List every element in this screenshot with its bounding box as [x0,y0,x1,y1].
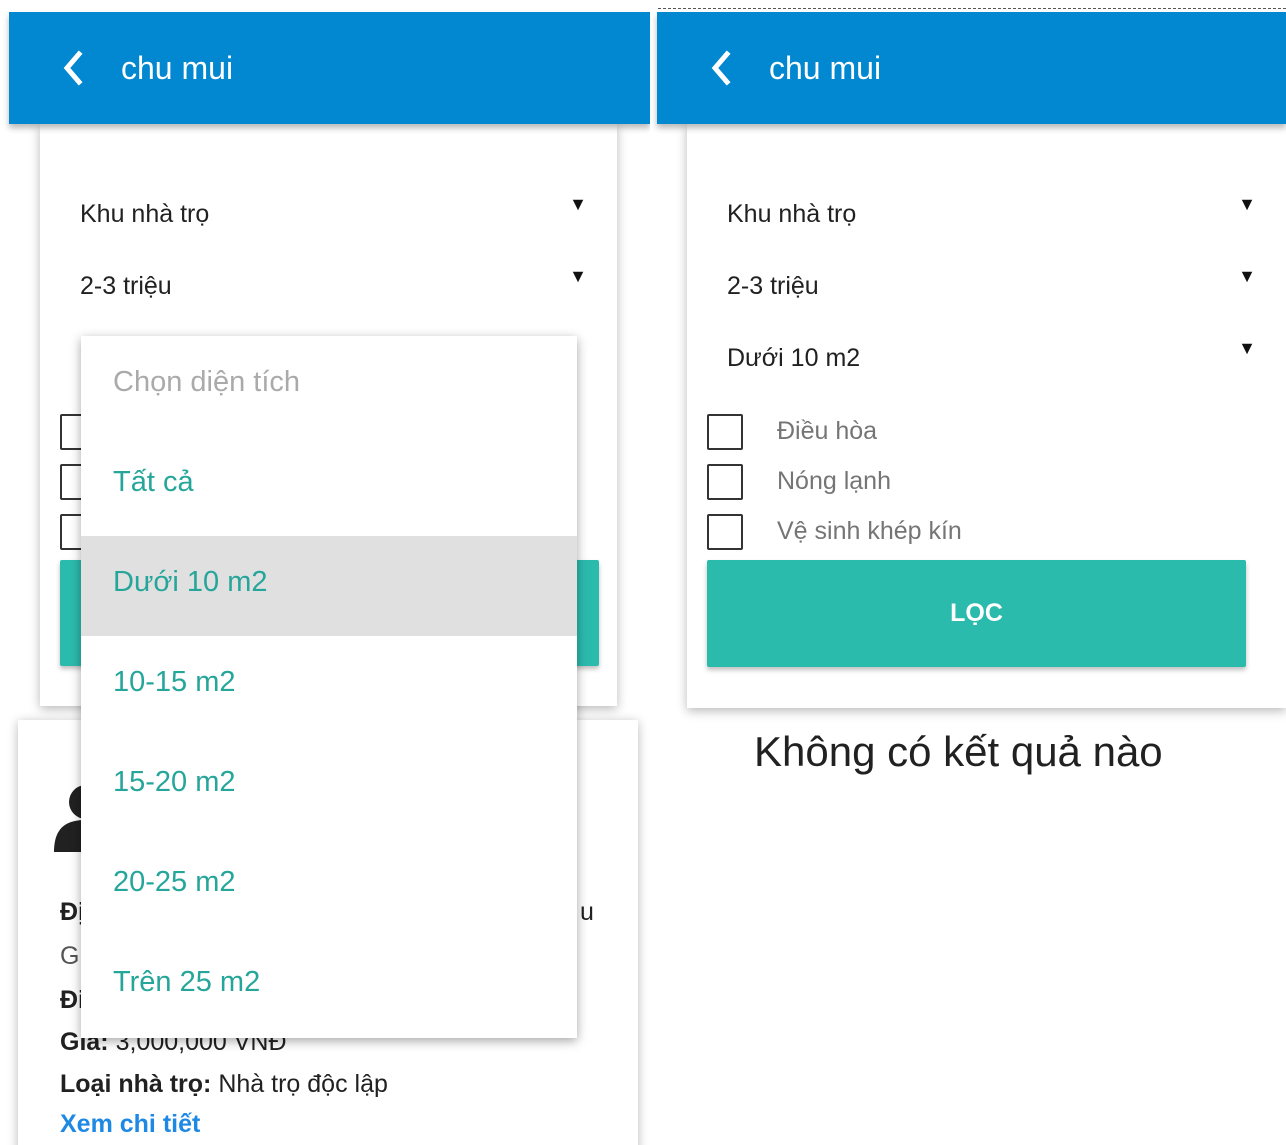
type-line: Loại nhà trọ: Nhà trọ độc lập [60,1070,388,1098]
dropdown-option-all[interactable]: Tất cả [81,436,577,536]
app-bar: chu mui [657,12,1286,124]
right-screen: chu mui Khu nhà trọ ▼ 2-3 triệu ▼ Dưới 1… [650,0,1286,1145]
dropdown-option-15-20[interactable]: 15-20 m2 [81,736,577,836]
filter-card: Khu nhà trọ ▼ 2-3 triệu ▼ Dưới 10 m2 ▼ Đ… [687,124,1286,708]
screenshot-divider [658,8,1286,9]
caret-down-icon: ▼ [1238,338,1256,358]
dropdown-option-10-15[interactable]: 10-15 m2 [81,636,577,736]
checkbox-box [707,514,743,550]
area-type-value: Khu nhà trọ [80,200,210,228]
area-type-select[interactable]: Khu nhà trọ ▼ [80,194,587,234]
chevron-left-icon [63,50,83,86]
size-value: Dưới 10 m2 [727,344,861,372]
area-type-value: Khu nhà trọ [727,200,857,228]
checkbox-label: Vệ sinh khép kín [777,517,962,545]
checkbox-box [707,414,743,450]
checkbox-private-bathroom[interactable]: Vệ sinh khép kín [707,514,1267,552]
price-value: 2-3 triệu [727,272,819,300]
caret-down-icon: ▼ [569,266,587,286]
chevron-left-icon [711,50,731,86]
price-select[interactable]: 2-3 triệu ▼ [80,266,587,306]
app-bar-title: chu mui [121,50,234,86]
area-size-dropdown: Chọn diện tích Tất cả Dưới 10 m2 10-15 m… [81,336,577,1038]
checkbox-air-conditioner[interactable]: Điều hòa [707,414,1267,452]
price-select[interactable]: 2-3 triệu ▼ [727,266,1256,306]
empty-result-message: Không có kết quả nào [754,728,1163,775]
size-select[interactable]: Dưới 10 m2 ▼ [727,338,1256,378]
view-detail-link[interactable]: Xem chi tiết [60,1110,200,1139]
caret-down-icon: ▼ [569,194,587,214]
dropdown-option-20-25[interactable]: 20-25 m2 [81,836,577,936]
back-button[interactable] [51,42,97,94]
dropdown-placeholder: Chọn diện tích [113,366,301,398]
area-type-select[interactable]: Khu nhà trọ ▼ [727,194,1256,234]
back-button[interactable] [699,42,745,94]
dropdown-option-under-10[interactable]: Dưới 10 m2 [81,536,577,636]
checkbox-label: Điều hòa [777,417,878,445]
app-bar-title: chu mui [769,50,882,86]
left-screen: chu mui Khu nhà trọ ▼ 2-3 triệu ▼ Đị u G… [0,0,650,1145]
checkbox-label: Nóng lạnh [777,467,891,495]
app-bar: chu mui [9,12,650,124]
caret-down-icon: ▼ [1238,266,1256,286]
address-line-tail: u [580,898,594,926]
checkbox-water-heater[interactable]: Nóng lạnh [707,464,1267,502]
caret-down-icon: ▼ [1238,194,1256,214]
checkbox-box [707,464,743,500]
dropdown-option-over-25[interactable]: Trên 25 m2 [81,936,577,1036]
filter-button[interactable]: LỌC [707,560,1246,667]
price-value: 2-3 triệu [80,272,172,300]
